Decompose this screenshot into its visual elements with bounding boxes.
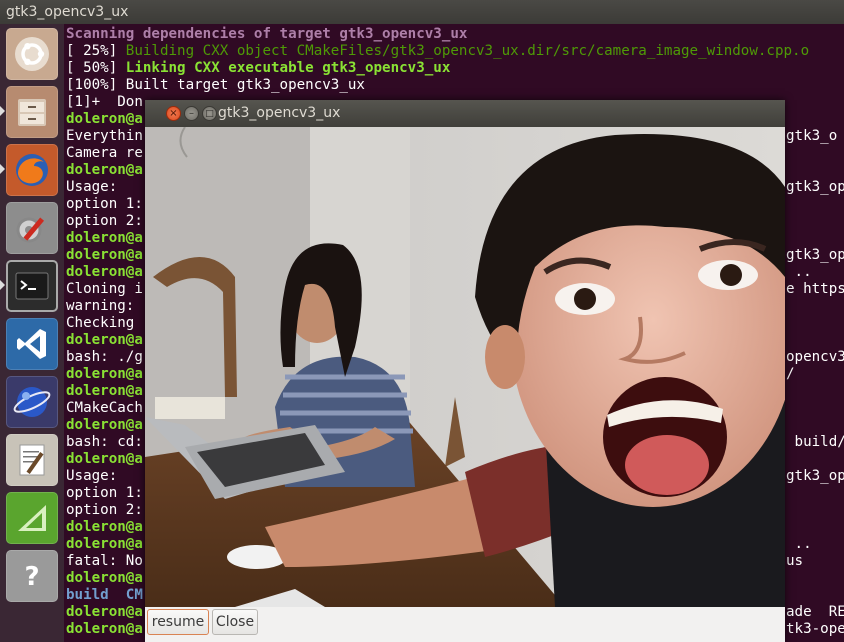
- terminal-line: warning:: [66, 298, 135, 314]
- terminal-line: option 2:: [66, 213, 143, 229]
- ubuntu-logo-icon[interactable]: [6, 28, 58, 80]
- gtk3-opencv3-ux-window: × – □ gtk3_opencv3_ux resume Close: [145, 100, 785, 642]
- active-window-title: gtk3_opencv3_ux: [6, 4, 129, 20]
- terminal-line: doleron@a: [66, 570, 143, 586]
- top-panel: gtk3_opencv3_ux: [0, 0, 844, 24]
- terminal-line: [ 25%] Building CXX object CMakeFiles/gt…: [66, 43, 810, 59]
- terminal-line: doleron@a: [66, 332, 143, 348]
- terminal-line: [100%] Built target gtk3_opencv3_ux: [66, 77, 365, 93]
- terminal-line: doleron@a: [66, 604, 143, 620]
- window-close-icon[interactable]: ×: [166, 106, 181, 121]
- terminal-line-fragment: /: [786, 366, 795, 382]
- terminal-line: Usage:: [66, 468, 118, 484]
- button-bar: resume Close: [145, 607, 785, 642]
- terminal-line: bash: ./g: [66, 349, 143, 365]
- terminal-line: Everythin: [66, 128, 143, 144]
- terminal-line: doleron@a: [66, 383, 143, 399]
- terminal-line: doleron@a: [66, 451, 143, 467]
- vscode-icon[interactable]: [6, 318, 58, 370]
- firefox-icon[interactable]: [6, 144, 58, 196]
- terminal-line: fatal: No: [66, 553, 143, 569]
- window-titlebar[interactable]: × – □ gtk3_opencv3_ux: [145, 100, 785, 127]
- terminal-line: bash: cd:: [66, 434, 143, 450]
- terminal-line: doleron@a: [66, 230, 143, 246]
- running-indicator: [0, 106, 5, 116]
- running-indicator: [0, 164, 5, 174]
- launcher: ?: [0, 24, 64, 642]
- terminal-line: option 1:: [66, 196, 143, 212]
- window-maximize-icon[interactable]: □: [202, 106, 217, 121]
- terminal-line: [1]+ Don: [66, 94, 143, 110]
- terminal-line-fragment: ade RE: [786, 604, 844, 620]
- resume-button[interactable]: resume: [147, 609, 209, 635]
- terminal-line: doleron@a: [66, 621, 143, 637]
- terminal-line-fragment: opencv3_: [786, 349, 844, 365]
- terminal-line-fragment: build/: [786, 434, 844, 450]
- terminal-line: option 1:: [66, 485, 143, 501]
- window-minimize-icon[interactable]: –: [184, 106, 199, 121]
- terminal-line-fragment: ..: [786, 536, 812, 552]
- terminal-line-fragment: gtk3_o: [786, 128, 838, 144]
- running-indicator: [0, 280, 5, 290]
- camera-image: [145, 127, 785, 607]
- terminal-line: doleron@a: [66, 162, 143, 178]
- terminal-line-fragment: gtk3_op: [786, 179, 844, 195]
- terminal-line: doleron@a: [66, 247, 143, 263]
- terminal-line-fragment: gtk3_op: [786, 468, 844, 484]
- text-editor-icon[interactable]: [6, 434, 58, 486]
- terminal-line: option 2:: [66, 502, 143, 518]
- help-question-icon[interactable]: ?: [6, 550, 58, 602]
- terminal-line: doleron@a: [66, 536, 143, 552]
- window-title: gtk3_opencv3_ux: [218, 105, 341, 121]
- terminal-line: Usage:: [66, 179, 118, 195]
- terminal-line: Scanning dependencies of target gtk3_ope…: [66, 26, 468, 42]
- file-cabinet-icon[interactable]: [6, 86, 58, 138]
- terminal-line-fragment: ..: [786, 264, 812, 280]
- terminal-line-fragment: gtk3_op: [786, 247, 844, 263]
- terminal-line-fragment: e https: [786, 281, 844, 297]
- terminal-line: doleron@a: [66, 366, 143, 382]
- terminal-line: Camera re: [66, 145, 143, 161]
- terminal-line: CMakeCach: [66, 400, 143, 416]
- terminal-line: Cloning i: [66, 281, 143, 297]
- terminal-line-fragment: us: [786, 553, 804, 569]
- terminal-line: [ 50%] Linking CXX executable gtk3_openc…: [66, 60, 451, 76]
- terminal-icon[interactable]: [6, 260, 58, 312]
- system-settings-icon[interactable]: [6, 202, 58, 254]
- terminal-line: build CM: [66, 587, 143, 603]
- terminal-line-fragment: tk3-ope: [786, 621, 844, 637]
- terminal-line: doleron@a: [66, 264, 143, 280]
- terminal-line: doleron@a: [66, 111, 143, 127]
- globe-icon[interactable]: [6, 376, 58, 428]
- terminal-line: Checking: [66, 315, 135, 331]
- close-button[interactable]: Close: [212, 609, 258, 635]
- geometry-app-icon[interactable]: [6, 492, 58, 544]
- terminal-line: doleron@a: [66, 417, 143, 433]
- svg-text:?: ?: [24, 562, 39, 592]
- terminal-line: doleron@a: [66, 519, 143, 535]
